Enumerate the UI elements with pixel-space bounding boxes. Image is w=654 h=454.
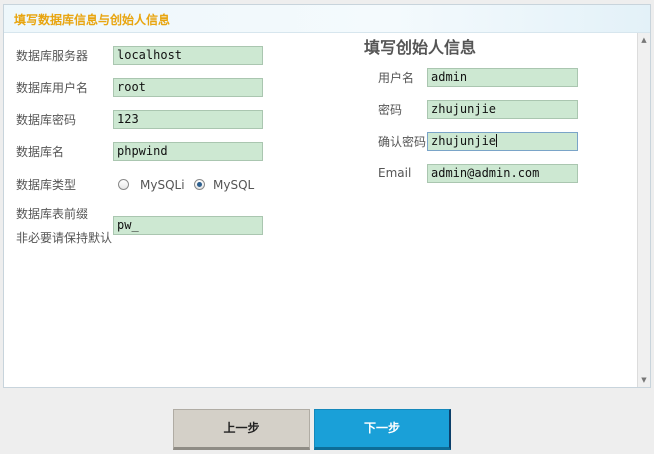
next-step-button[interactable]: 下一步 (314, 409, 451, 450)
db-user-input[interactable]: root (113, 78, 263, 97)
header-title: 填写数据库信息与创始人信息 (14, 13, 171, 27)
founder-confirm-input[interactable]: zhujunjie (427, 132, 578, 151)
db-type-mysqli-radio[interactable] (118, 179, 129, 190)
db-type-mysql-radio[interactable] (194, 179, 205, 190)
scroll-up-icon[interactable]: ▲ (638, 34, 650, 46)
founder-username-label: 用户名 (378, 71, 415, 85)
panel-header: 填写数据库信息与创始人信息 (4, 5, 650, 33)
db-password-input[interactable]: 123 (113, 110, 263, 129)
db-prefix-input[interactable]: pw_ (113, 216, 263, 235)
text-caret (496, 134, 498, 147)
vertical-scrollbar[interactable]: ▲ ▼ (637, 33, 650, 387)
founder-password-input[interactable]: zhujunjie (427, 100, 578, 119)
founder-email-label: Email (378, 166, 412, 180)
db-prefix-hint: 非必要请保持默认 (16, 231, 113, 245)
founder-email-input[interactable]: admin@admin.com (427, 164, 578, 183)
founder-section-title: 填写创始人信息 (364, 38, 477, 57)
install-panel: 填写数据库信息与创始人信息 ▲ ▼ (3, 4, 651, 388)
db-user-label: 数据库用户名 (16, 81, 89, 95)
founder-username-input[interactable]: admin (427, 68, 578, 87)
db-type-mysql-label[interactable]: MySQL (213, 178, 254, 192)
prev-step-button[interactable]: 上一步 (173, 409, 310, 450)
db-prefix-label: 数据库表前缀 (16, 207, 89, 221)
db-server-input[interactable]: localhost (113, 46, 263, 65)
founder-confirm-value: zhujunjie (431, 134, 497, 148)
db-type-label: 数据库类型 (16, 178, 77, 192)
db-name-label: 数据库名 (16, 145, 65, 159)
db-type-mysqli-label[interactable]: MySQLi (140, 178, 185, 192)
db-name-input[interactable]: phpwind (113, 142, 263, 161)
founder-password-label: 密码 (378, 103, 403, 117)
founder-confirm-label: 确认密码 (378, 135, 427, 149)
db-password-label: 数据库密码 (16, 113, 77, 127)
scroll-down-icon[interactable]: ▼ (638, 374, 650, 386)
db-server-label: 数据库服务器 (16, 49, 89, 63)
